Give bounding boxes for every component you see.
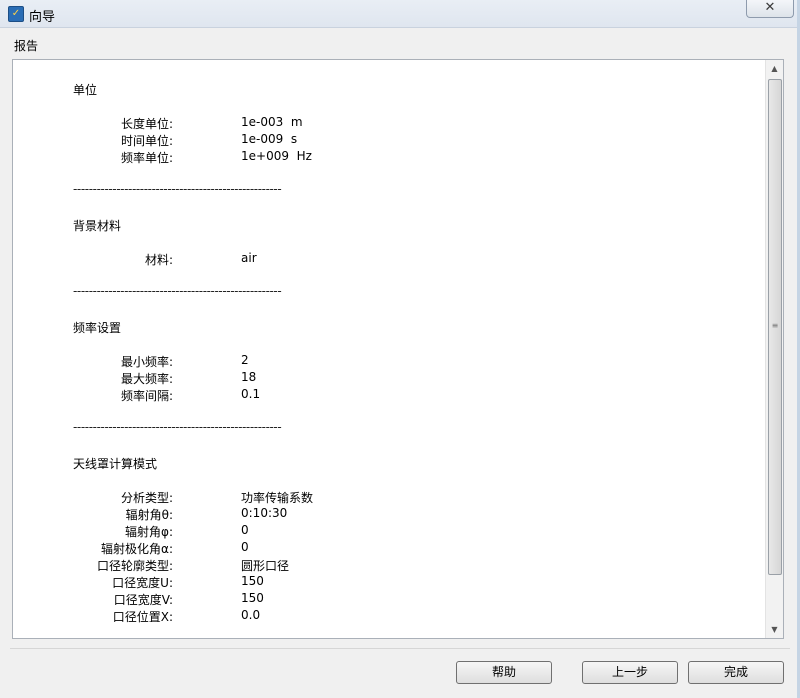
theta-value: 0:10:30 xyxy=(241,506,288,520)
time-unit-value: 1e-009 s xyxy=(241,132,298,146)
frequency-heading: 频率设置 xyxy=(73,321,122,335)
aperture-width-v-label: 口径宽度V: xyxy=(113,593,173,607)
aperture-width-v-value: 150 xyxy=(241,591,264,605)
footer-divider xyxy=(10,648,790,649)
report-label: 报告 xyxy=(14,39,39,53)
min-frequency-label: 最小频率: xyxy=(120,355,173,369)
background-heading: 背景材料 xyxy=(73,219,122,233)
aperture-position-x-value: 0.0 xyxy=(241,608,261,622)
separator: ----------------------------------------… xyxy=(73,284,282,298)
phi-value: 0 xyxy=(241,523,249,537)
analysis-type-value: 功率传输系数 xyxy=(241,491,314,505)
title-bar: ✓ 向导 ✕ xyxy=(0,0,800,28)
finish-button[interactable]: 完成 xyxy=(688,661,784,684)
aperture-type-value: 圆形口径 xyxy=(241,559,290,573)
separator: ----------------------------------------… xyxy=(73,182,282,196)
window-title: 向导 xyxy=(29,10,56,25)
report-panel[interactable]: 单位 长度单位: 1e-003 m 时间单位: 1e-009 s 频率单位: 1… xyxy=(12,59,784,639)
max-frequency-label: 最大频率: xyxy=(120,372,173,386)
scroll-down-arrow-icon[interactable]: ▼ xyxy=(766,621,783,638)
aperture-position-x-label: 口径位置X: xyxy=(112,610,173,624)
aperture-width-u-value: 150 xyxy=(241,574,264,588)
scroll-thumb[interactable]: ≡ xyxy=(768,79,782,575)
grip-icon: ≡ xyxy=(771,321,779,330)
scroll-up-arrow-icon[interactable]: ▲ xyxy=(766,60,783,77)
theta-label: 辐射角θ: xyxy=(125,508,173,522)
frequency-step-value: 0.1 xyxy=(241,387,261,401)
frequency-unit-value: 1e+009 Hz xyxy=(241,149,312,163)
aperture-width-u-label: 口径宽度U: xyxy=(112,576,173,590)
units-heading: 单位 xyxy=(73,83,98,97)
separator: ----------------------------------------… xyxy=(73,420,282,434)
frequency-step-label: 频率间隔: xyxy=(120,389,173,403)
length-unit-value: 1e-003 m xyxy=(241,115,303,129)
max-frequency-value: 18 xyxy=(241,370,257,384)
time-unit-label: 时间单位: xyxy=(120,134,173,148)
analysis-type-label: 分析类型: xyxy=(120,491,173,505)
radome-heading: 天线罩计算模式 xyxy=(73,457,158,471)
close-button[interactable]: ✕ xyxy=(746,0,794,18)
polarization-label: 辐射极化角α: xyxy=(101,542,173,556)
frequency-unit-label: 频率单位: xyxy=(120,151,173,165)
material-label: 材料: xyxy=(144,253,173,267)
length-unit-label: 长度单位: xyxy=(120,117,173,131)
app-icon: ✓ xyxy=(8,6,24,22)
aperture-type-label: 口径轮廓类型: xyxy=(96,559,173,573)
phi-label: 辐射角φ: xyxy=(125,525,173,539)
material-value: air xyxy=(241,251,257,265)
min-frequency-value: 2 xyxy=(241,353,249,367)
polarization-value: 0 xyxy=(241,540,249,554)
help-button[interactable]: 帮助 xyxy=(456,661,552,684)
back-button[interactable]: 上一步 xyxy=(582,661,678,684)
vertical-scrollbar[interactable]: ▲ ≡ ▼ xyxy=(765,60,783,638)
